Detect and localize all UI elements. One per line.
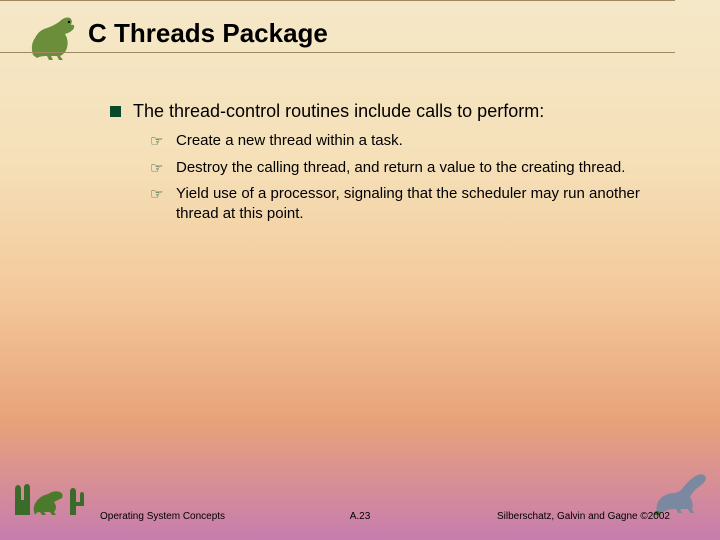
square-bullet-icon <box>110 106 121 117</box>
bullet-text: The thread-control routines include call… <box>133 100 544 123</box>
content-area: The thread-control routines include call… <box>110 100 670 230</box>
bullet-level1: The thread-control routines include call… <box>110 100 670 123</box>
bullet-level2: ☞ Yield use of a processor, signaling th… <box>150 184 670 225</box>
pointing-hand-icon: ☞ <box>150 159 168 177</box>
pointing-hand-icon: ☞ <box>150 185 168 203</box>
bullet-level2: ☞ Destroy the calling thread, and return… <box>150 158 670 178</box>
title-bar: C Threads Package <box>88 18 720 49</box>
footer: Operating System Concepts A.23 Silbersch… <box>0 511 720 522</box>
rule-bottom <box>0 52 675 53</box>
footer-center: A.23 <box>350 511 371 522</box>
slide: C Threads Package The thread-control rou… <box>0 0 720 540</box>
subbullet-text: Yield use of a processor, signaling that… <box>176 184 670 225</box>
footer-right: Silberschatz, Galvin and Gagne ©2002 <box>497 511 670 522</box>
rule-top <box>0 0 675 1</box>
dinosaur-decoration-top-icon <box>25 10 80 65</box>
subbullet-text: Create a new thread within a task. <box>176 131 403 151</box>
dinosaur-decoration-bottom-right-icon <box>652 463 712 518</box>
footer-left: Operating System Concepts <box>100 511 225 522</box>
pointing-hand-icon: ☞ <box>150 132 168 150</box>
subbullet-text: Destroy the calling thread, and return a… <box>176 158 625 178</box>
bullet-level2: ☞ Create a new thread within a task. <box>150 131 670 151</box>
slide-title: C Threads Package <box>88 18 720 49</box>
